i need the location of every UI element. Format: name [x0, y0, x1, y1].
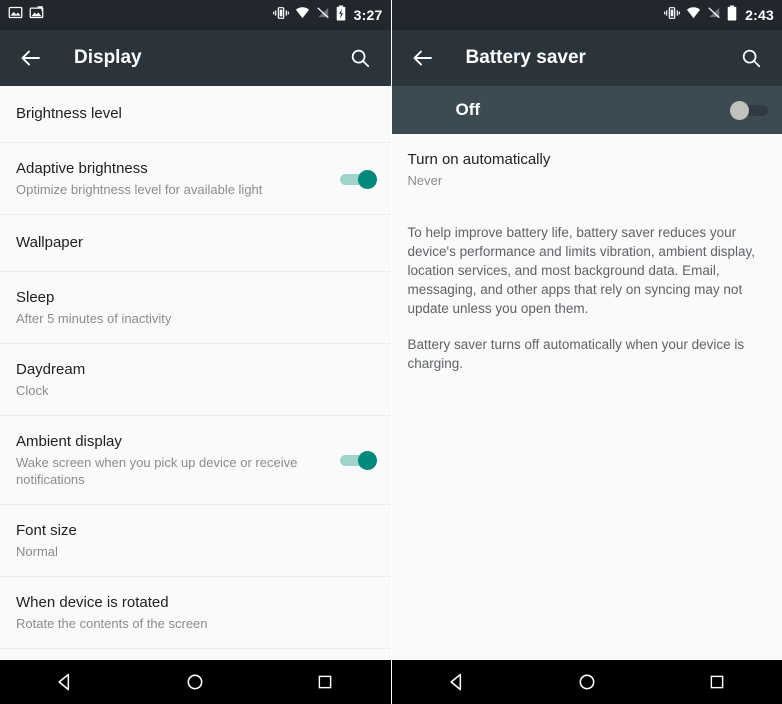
row-texts: Brightness level	[16, 104, 375, 124]
status-bar-display: 3:27	[0, 0, 391, 30]
battery-charging-icon	[336, 5, 346, 26]
screenshot-icon	[29, 5, 44, 25]
wifi-icon	[295, 6, 310, 24]
status-bar-battery-saver: 2:43	[391, 0, 782, 30]
list-item-when-device-is-rotated[interactable]: When device is rotated Rotate the conten…	[0, 577, 391, 649]
nav-home-icon[interactable]	[563, 660, 611, 704]
status-bar-clock: 3:27	[353, 7, 383, 23]
list-item-title: Adaptive brightness	[16, 160, 148, 177]
toggle-thumb	[730, 101, 749, 120]
status-bar-system-icons: 2:43	[664, 5, 774, 26]
row-texts: Wallpaper	[16, 233, 375, 253]
status-bar-system-icons: 3:27	[272, 5, 383, 26]
list-item-brightness-level[interactable]: Brightness level	[0, 86, 391, 143]
search-icon[interactable]	[736, 43, 766, 73]
list-item-title: Brightness level	[16, 105, 122, 122]
list-item-subtitle: Never	[407, 173, 443, 188]
battery-saver-content: Turn on automatically Never To help impr…	[391, 134, 782, 660]
list-item-title: Turn on automatically	[407, 151, 551, 168]
vibrate-icon	[664, 6, 681, 25]
list-item-title: Font size	[16, 522, 77, 539]
nav-recents-icon[interactable]	[693, 660, 741, 704]
list-item-title: Wallpaper	[16, 234, 83, 251]
toggle-thumb	[357, 451, 377, 470]
toggle-adaptive-brightness[interactable]	[339, 168, 377, 190]
page-title: Battery saver	[465, 47, 586, 68]
navigation-bar-right	[391, 660, 782, 704]
display-settings-list[interactable]: Brightness level Adaptive brightness Opt…	[0, 86, 391, 660]
list-item-font-size[interactable]: Font size Normal	[0, 505, 391, 577]
nav-back-icon[interactable]	[433, 660, 481, 704]
search-icon[interactable]	[345, 43, 375, 73]
row-texts: Ambient display Wake screen when you pic…	[16, 432, 339, 488]
list-item-title: Daydream	[16, 361, 86, 378]
battery-full-icon	[727, 5, 737, 26]
phone-screen-display: 3:27 Display Brightness level Adaptive b…	[0, 0, 392, 704]
toggle-battery-saver[interactable]	[730, 99, 768, 121]
battery-saver-description: To help improve battery life, battery sa…	[392, 205, 782, 373]
list-item-turn-on-automatically[interactable]: Turn on automatically Never	[391, 134, 782, 205]
page-title: Display	[74, 47, 142, 68]
toggle-ambient-display[interactable]	[339, 449, 377, 471]
list-item-cast[interactable]: Cast	[0, 649, 391, 660]
row-texts: Sleep After 5 minutes of inactivity	[16, 288, 375, 327]
list-item-subtitle: After 5 minutes of inactivity	[16, 311, 172, 326]
row-texts: Adaptive brightness Optimize brightness …	[16, 159, 339, 198]
master-switch-label: Off	[455, 100, 481, 119]
dual-screenshot-container: 3:27 Display Brightness level Adaptive b…	[0, 0, 782, 704]
description-paragraph-2: Battery saver turns off automatically wh…	[407, 337, 745, 371]
status-bar-notifications	[8, 5, 273, 25]
row-texts: Turn on automatically Never	[408, 150, 767, 189]
list-item-daydream[interactable]: Daydream Clock	[0, 344, 391, 416]
row-texts: When device is rotated Rotate the conten…	[16, 593, 375, 632]
list-item-title: When device is rotated	[16, 594, 169, 611]
list-item-subtitle: Wake screen when you pick up device or r…	[16, 455, 298, 487]
no-signal-icon	[707, 6, 721, 24]
list-item-title: Sleep	[16, 289, 55, 306]
list-item-subtitle: Rotate the contents of the screen	[16, 616, 208, 631]
back-arrow-icon[interactable]	[408, 43, 438, 73]
toolbar-display: Display	[0, 30, 391, 86]
vibrate-icon	[272, 6, 289, 25]
list-item-subtitle: Optimize brightness level for available …	[16, 182, 263, 197]
list-item-sleep[interactable]: Sleep After 5 minutes of inactivity	[0, 272, 391, 344]
no-signal-icon	[316, 6, 330, 24]
list-item-subtitle: Clock	[16, 383, 49, 398]
row-texts: Daydream Clock	[16, 360, 375, 399]
image-icon	[8, 5, 23, 25]
nav-home-icon[interactable]	[171, 660, 219, 704]
row-texts: Font size Normal	[16, 521, 375, 560]
list-item-wallpaper[interactable]: Wallpaper	[0, 215, 391, 272]
battery-saver-master-switch-bar[interactable]: Off	[391, 86, 782, 134]
description-paragraph-1: To help improve battery life, battery sa…	[407, 225, 756, 316]
navigation-bar-left	[0, 660, 391, 704]
list-item-ambient-display[interactable]: Ambient display Wake screen when you pic…	[0, 416, 391, 505]
back-arrow-icon[interactable]	[16, 43, 46, 73]
toolbar-battery-saver: Battery saver	[391, 30, 782, 86]
phone-screen-battery-saver: 2:43 Battery saver Off Turn on automatic…	[391, 0, 782, 704]
wifi-icon	[686, 6, 701, 24]
toggle-thumb	[357, 169, 377, 189]
list-item-title: Ambient display	[16, 433, 122, 450]
nav-recents-icon[interactable]	[301, 660, 349, 704]
list-item-adaptive-brightness[interactable]: Adaptive brightness Optimize brightness …	[0, 143, 391, 215]
list-item-subtitle: Normal	[16, 544, 58, 559]
status-bar-clock: 2:43	[745, 7, 774, 23]
nav-back-icon[interactable]	[41, 660, 89, 704]
